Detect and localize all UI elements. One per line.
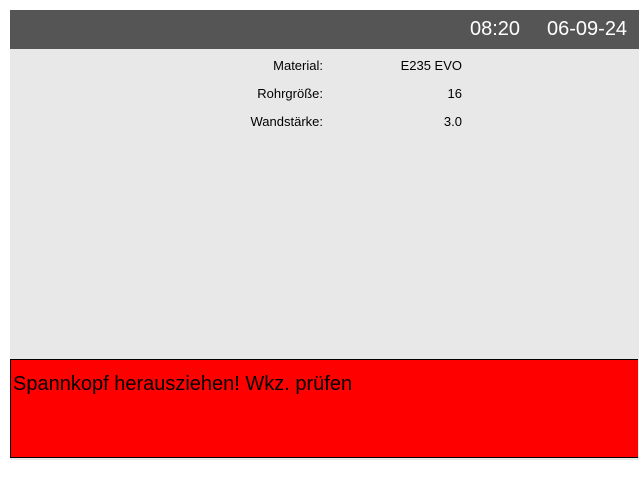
clock-time: 08:20 [470, 18, 521, 40]
machine-screen: 08:20 06-09-24 Material: E235 EVO Rohrgr… [10, 10, 639, 460]
alarm-panel: Spannkopf herausziehen! Wkz. prüfen [10, 359, 638, 458]
alarm-message: Spannkopf herausziehen! Wkz. prüfen [13, 373, 353, 395]
tube-size-value: 16 [447, 86, 462, 101]
material-label: Material: [273, 58, 323, 73]
status-bar: 08:20 06-09-24 [10, 10, 639, 49]
material-value: E235 EVO [400, 58, 462, 73]
wall-thickness-label: Wandstärke: [250, 114, 324, 129]
wall-thickness-value: 3.0 [443, 114, 462, 129]
tube-size-label: Rohrgröße: [257, 86, 323, 101]
clock-date: 06-09-24 [547, 18, 628, 40]
